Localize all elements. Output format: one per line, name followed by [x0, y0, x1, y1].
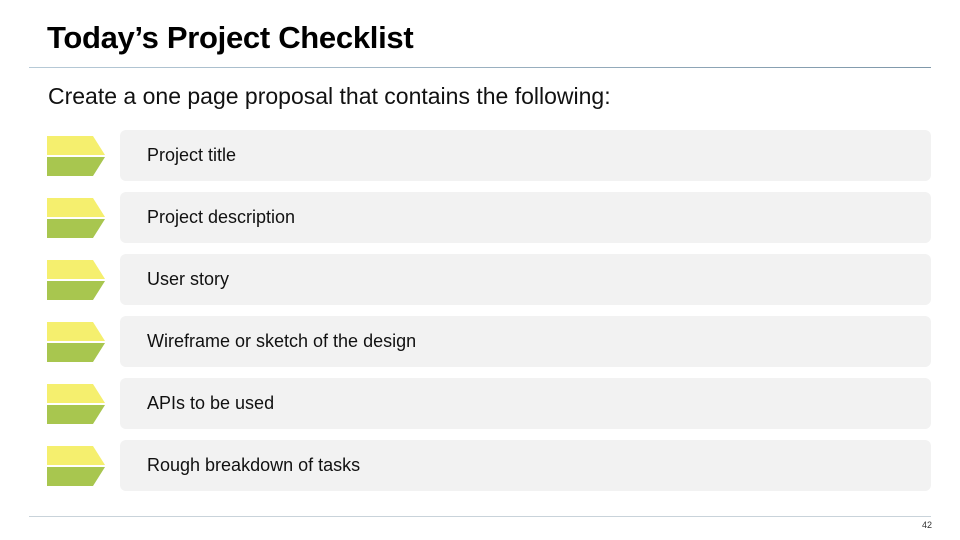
checklist: Project title Project description User s… — [0, 0, 960, 540]
checklist-card: Wireframe or sketch of the design — [120, 316, 931, 367]
arrow-marker-icon — [47, 446, 105, 486]
checklist-item-label: Wireframe or sketch of the design — [147, 331, 417, 351]
checklist-card: Project title — [120, 130, 931, 181]
checklist-card: User story — [120, 254, 931, 305]
arrow-marker-icon — [47, 198, 105, 238]
checklist-item-label: Rough breakdown of tasks — [147, 455, 361, 475]
arrow-marker-icon — [47, 260, 105, 300]
checklist-item: APIs to be used — [0, 378, 960, 430]
checklist-item-label: Project title — [147, 145, 237, 165]
checklist-item-label: Project description — [147, 207, 296, 227]
checklist-item: Project title — [0, 130, 960, 182]
arrow-marker-icon — [47, 136, 105, 176]
checklist-item-label: User story — [147, 269, 230, 289]
checklist-item: Project description — [0, 192, 960, 244]
checklist-card: Project description — [120, 192, 931, 243]
checklist-item: Wireframe or sketch of the design — [0, 316, 960, 368]
slide: Today’s Project Checklist Create a one p… — [0, 0, 960, 540]
checklist-card: APIs to be used — [120, 378, 931, 429]
checklist-item: Rough breakdown of tasks — [0, 440, 960, 492]
footer-divider — [29, 516, 931, 517]
checklist-card: Rough breakdown of tasks — [120, 440, 931, 491]
checklist-item-label: APIs to be used — [147, 393, 275, 413]
checklist-item: User story — [0, 254, 960, 306]
page-number: 42 — [921, 520, 932, 530]
arrow-marker-icon — [47, 322, 105, 362]
arrow-marker-icon — [47, 384, 105, 424]
